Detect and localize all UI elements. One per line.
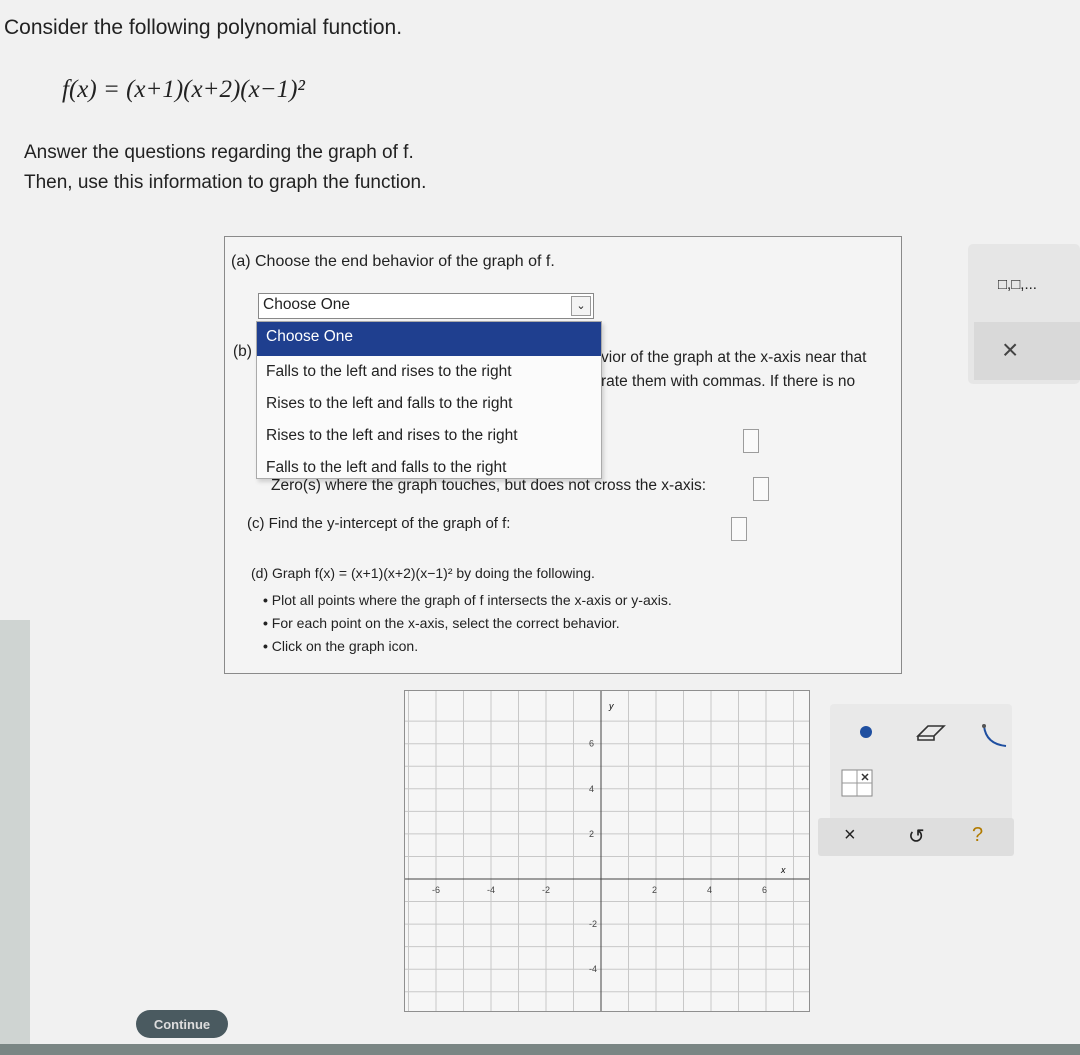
select-current-value: Choose One — [263, 296, 351, 313]
part-d-steps: Plot all points where the graph of f int… — [263, 589, 672, 658]
close-icon[interactable]: × — [1002, 334, 1018, 366]
x-tick-label: 4 — [707, 885, 712, 895]
answer-box-touches[interactable] — [753, 477, 769, 501]
part-a-question: (a) Choose the end behavior of the graph… — [231, 253, 555, 270]
undo-icon[interactable]: ↺ — [908, 824, 925, 849]
y-tick-label: 6 — [589, 739, 594, 749]
clear-icon[interactable]: × — [844, 824, 856, 847]
y-tick-label: 2 — [589, 829, 594, 839]
part-b-label: (b) — [233, 343, 252, 360]
function-formula: f(x) = (x+1)(x+2)(x−1)² — [62, 76, 305, 103]
multiple-boxes-button[interactable]: □,□,... — [998, 276, 1037, 293]
problem-prompt: Consider the following polynomial functi… — [4, 16, 403, 39]
x-tick-label: 2 — [652, 885, 657, 895]
y-tick-label: -4 — [589, 964, 597, 974]
chevron-down-icon[interactable]: ⌄ — [571, 296, 591, 316]
answer-box-y-intercept[interactable] — [731, 517, 747, 541]
x-tick-label: -4 — [487, 885, 495, 895]
graph-icon[interactable] — [840, 768, 874, 798]
step-1: Plot all points where the graph of f int… — [263, 589, 672, 612]
y-tick-label: 4 — [589, 784, 594, 794]
part-d-question: (d) Graph f(x) = (x+1)(x+2)(x−1)² by doi… — [251, 565, 595, 581]
axes — [405, 691, 809, 1011]
y-axis-label: y — [608, 701, 614, 711]
tick-labels: -6 -4 -2 2 4 6 6 4 2 -2 -4 x y — [432, 701, 786, 974]
step-3: Click on the graph icon. — [263, 635, 672, 658]
part-c-question: (c) Find the y-intercept of the graph of… — [247, 515, 511, 532]
instructions-line-1: Answer the questions regarding the graph… — [24, 142, 414, 163]
palette-actions: × — [974, 322, 1080, 380]
graph-panel[interactable]: -6 -4 -2 2 4 6 6 4 2 -2 -4 x y — [404, 690, 810, 1012]
end-behavior-select[interactable]: Choose One ⌄ — [258, 293, 594, 319]
option-falls-left-falls-right[interactable]: Falls to the left and falls to the right — [257, 452, 601, 484]
part-b-text-line-2: rate them with commas. If there is no — [601, 373, 856, 390]
grid-lines — [405, 691, 809, 1011]
curve-tool-icon[interactable] — [980, 722, 1010, 752]
option-rises-left-falls-right[interactable]: Rises to the left and falls to the right — [257, 388, 601, 420]
instructions: Answer the questions regarding the graph… — [24, 138, 426, 198]
end-behavior-dropdown: Choose One Falls to the left and rises t… — [256, 321, 602, 479]
step-2: For each point on the x-axis, select the… — [263, 612, 672, 635]
option-rises-left-rises-right[interactable]: Rises to the left and rises to the right — [257, 420, 601, 452]
x-axis-label: x — [780, 865, 786, 875]
eraser-icon[interactable] — [914, 722, 948, 744]
tool-actions-bar: × ↺ ? — [818, 818, 1014, 856]
background-shade — [0, 620, 30, 1055]
point-tool-icon[interactable] — [858, 724, 874, 740]
continue-button[interactable]: Continue — [136, 1010, 228, 1038]
instructions-line-2: Then, use this information to graph the … — [24, 172, 427, 193]
option-choose-one[interactable]: Choose One — [257, 322, 601, 356]
answer-box-crosses[interactable] — [743, 429, 759, 453]
coordinate-grid[interactable]: -6 -4 -2 2 4 6 6 4 2 -2 -4 x y — [405, 691, 809, 1011]
help-icon[interactable]: ? — [972, 824, 983, 847]
x-tick-label: 6 — [762, 885, 767, 895]
y-tick-label: -2 — [589, 919, 597, 929]
part-b-text-line-1: vior of the graph at the x-axis near tha… — [601, 349, 867, 366]
bottom-bar — [0, 1044, 1080, 1055]
x-tick-label: -6 — [432, 885, 440, 895]
x-tick-label: -2 — [542, 885, 550, 895]
option-falls-left-rises-right[interactable]: Falls to the left and rises to the right — [257, 356, 601, 388]
